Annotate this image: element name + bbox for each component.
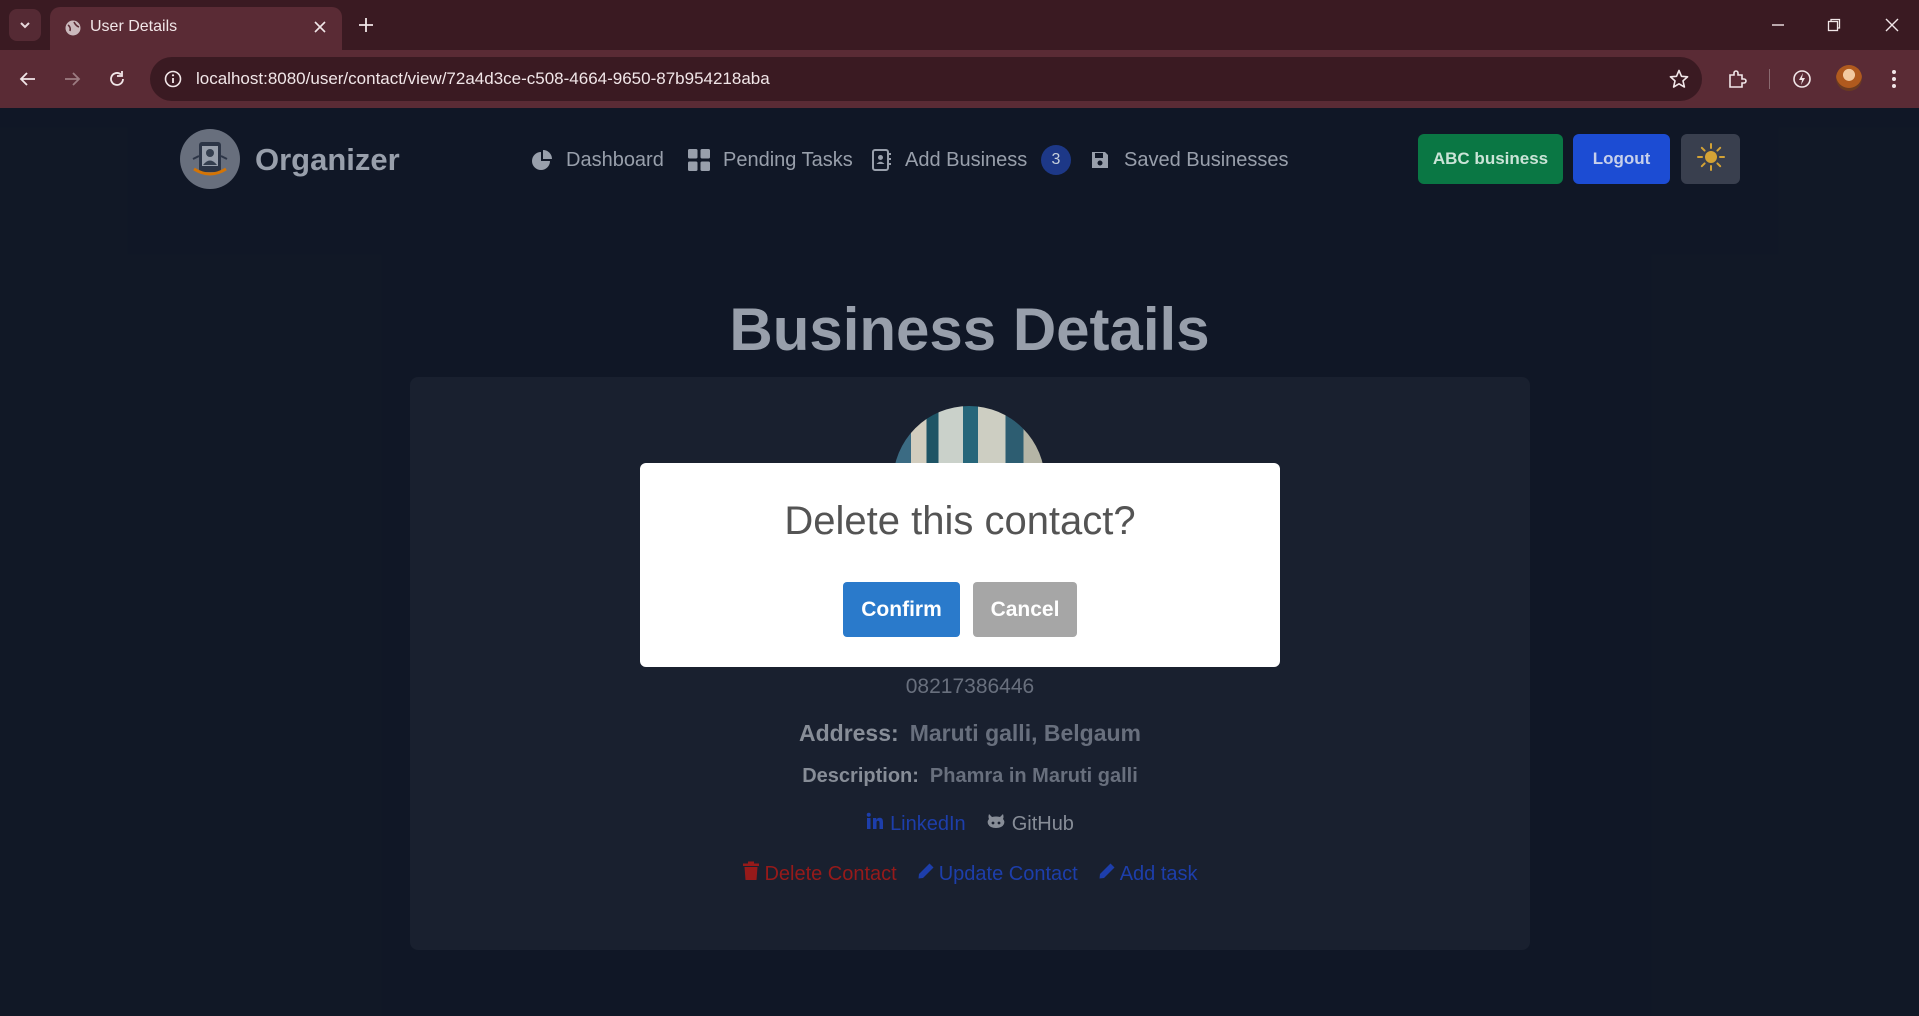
browser-toolbar: localhost:8080/user/contact/view/72a4d3c…: [0, 50, 1919, 108]
window-close-icon[interactable]: [1872, 8, 1912, 42]
delete-confirm-dialog: Delete this contact? Confirm Cancel: [640, 463, 1280, 667]
minimize-icon[interactable]: [1758, 8, 1798, 42]
page-content: Organizer Dashboard Pending Tasks Add Bu…: [0, 108, 1919, 1016]
close-icon[interactable]: [308, 15, 332, 39]
reload-icon[interactable]: [100, 62, 134, 96]
star-icon[interactable]: [1666, 66, 1692, 92]
kebab-menu-icon[interactable]: [1877, 62, 1911, 96]
tab-title: User Details: [90, 18, 178, 35]
url-text: localhost:8080/user/contact/view/72a4d3c…: [196, 69, 770, 88]
profile-avatar[interactable]: [1836, 65, 1862, 91]
toolbar-divider: [1769, 69, 1770, 89]
plus-icon[interactable]: [351, 10, 381, 40]
forward-icon[interactable]: [55, 62, 89, 96]
browser-tab-bar: User Details: [0, 0, 1919, 50]
dialog-title: Delete this contact?: [784, 499, 1136, 543]
cancel-button[interactable]: Cancel: [973, 582, 1077, 637]
globe-icon: [64, 19, 82, 37]
extensions-icon[interactable]: [1720, 62, 1754, 96]
site-info-icon[interactable]: [160, 66, 186, 92]
restore-icon[interactable]: [1814, 8, 1854, 42]
browser-tab[interactable]: User Details: [50, 7, 342, 50]
address-bar[interactable]: localhost:8080/user/contact/view/72a4d3c…: [150, 57, 1702, 101]
performance-icon[interactable]: [1785, 62, 1819, 96]
tab-search-icon[interactable]: [9, 9, 41, 41]
back-icon[interactable]: [11, 62, 45, 96]
confirm-button[interactable]: Confirm: [843, 582, 960, 637]
